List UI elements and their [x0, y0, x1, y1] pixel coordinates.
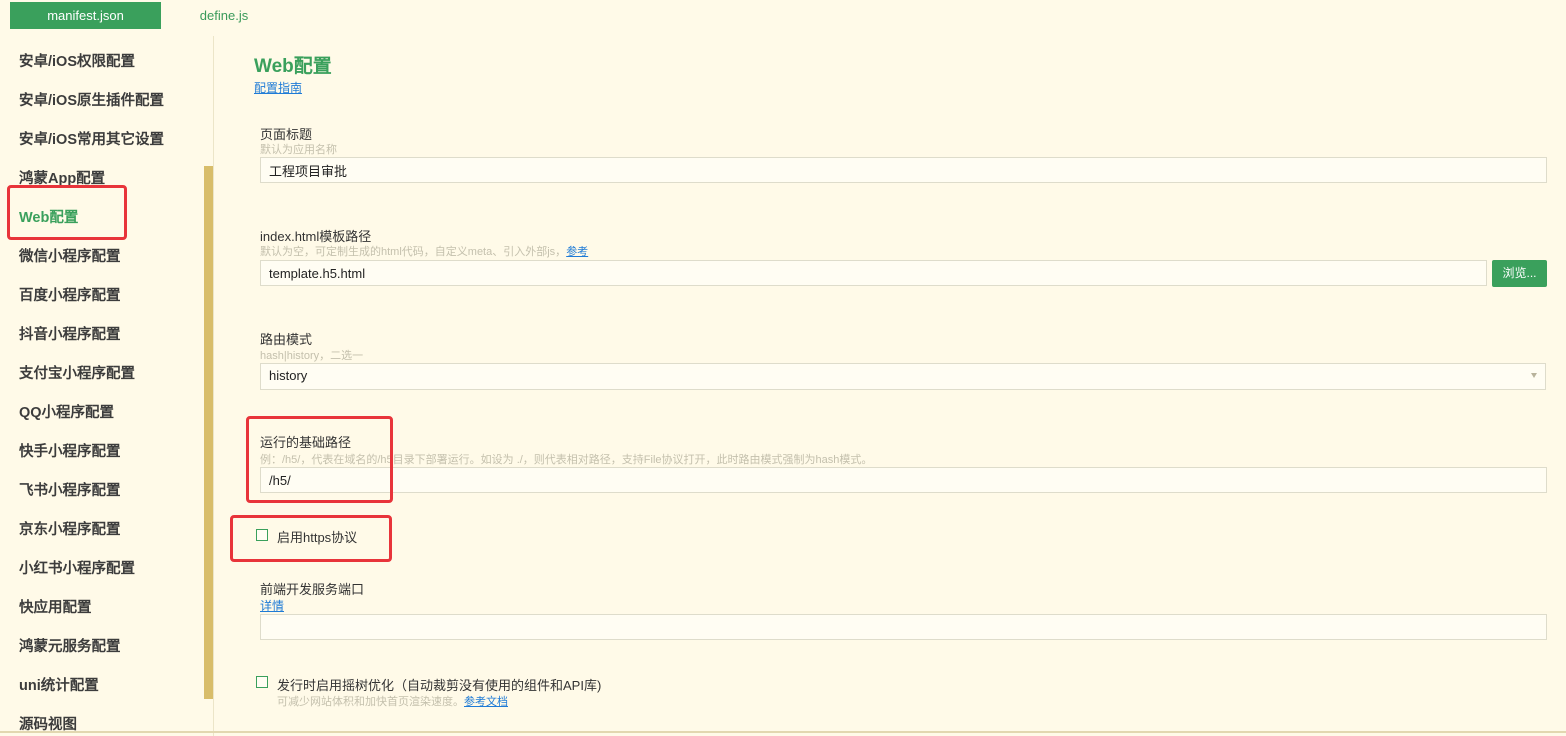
base-path-label: 运行的基础路径: [260, 435, 352, 450]
config-guide-link[interactable]: 配置指南: [254, 79, 302, 96]
base-path-input[interactable]: [260, 467, 1547, 493]
sidebar-item-ios-permissions[interactable]: 安卓/iOS权限配置: [19, 50, 135, 71]
chevron-down-icon: [1531, 373, 1537, 378]
router-mode-value: history: [269, 368, 308, 383]
template-path-hint: 默认为空，可定制生成的html代码，自定义meta、引入外部js，参考: [260, 243, 588, 259]
dev-port-details-link[interactable]: 详情: [260, 597, 284, 614]
sidebar-item-baidu[interactable]: 百度小程序配置: [19, 284, 121, 305]
sidebar-item-feishu[interactable]: 飞书小程序配置: [19, 479, 121, 500]
base-path-hint: 例：/h5/，代表在域名的/h5目录下部署运行。如设为 ./，则代表相对路径，支…: [260, 454, 873, 466]
sidebar-item-quickapp[interactable]: 快应用配置: [19, 596, 92, 617]
web-config-panel: Web配置 配置指南 页面标题 默认为应用名称 index.html模板路径 默…: [213, 36, 1566, 736]
dev-port-input[interactable]: [260, 614, 1547, 640]
sidebar-item-harmony-app[interactable]: 鸿蒙App配置: [19, 167, 105, 188]
tree-shaking-docs-link[interactable]: 参考文档: [464, 696, 508, 708]
tree-shaking-checkbox[interactable]: [256, 676, 268, 688]
template-reference-link[interactable]: 参考: [566, 246, 588, 258]
tree-shaking-hint: 可减少网站体积和加快首页渲染速度。参考文档: [277, 693, 508, 709]
sidebar-item-alipay[interactable]: 支付宝小程序配置: [19, 362, 135, 383]
sidebar-item-douyin[interactable]: 抖音小程序配置: [19, 323, 121, 344]
sidebar-item-xiaohongshu[interactable]: 小红书小程序配置: [19, 557, 135, 578]
sidebar-item-jd[interactable]: 京东小程序配置: [19, 518, 121, 539]
config-sidebar: 安卓/iOS权限配置 安卓/iOS原生插件配置 安卓/iOS常用其它设置 鸿蒙A…: [0, 36, 214, 736]
template-path-hint-text: 默认为空，可定制生成的html代码，自定义meta、引入外部js，: [260, 246, 567, 258]
sidebar-item-native-plugins[interactable]: 安卓/iOS原生插件配置: [19, 89, 164, 110]
sidebar-scrollbar[interactable]: [204, 166, 213, 699]
sidebar-item-harmony-atomic[interactable]: 鸿蒙元服务配置: [19, 635, 121, 656]
tab-define-js[interactable]: define.js: [184, 2, 264, 29]
https-checkbox-label[interactable]: 启用https协议: [277, 527, 357, 546]
page-title-input[interactable]: [260, 157, 1547, 183]
sidebar-item-other-settings[interactable]: 安卓/iOS常用其它设置: [19, 128, 164, 149]
sidebar-item-uni-stat[interactable]: uni统计配置: [19, 674, 99, 695]
router-mode-select[interactable]: history: [260, 363, 1546, 390]
page-title: Web配置: [254, 56, 332, 77]
sidebar-item-kuaishou[interactable]: 快手小程序配置: [19, 440, 121, 461]
router-mode-label: 路由模式: [260, 332, 313, 347]
editor-tab-bar: manifest.json define.js: [0, 0, 1566, 36]
dev-port-label: 前端开发服务端口: [260, 582, 365, 597]
tab-manifest-json[interactable]: manifest.json: [10, 2, 161, 29]
browse-button[interactable]: 浏览...: [1492, 260, 1547, 287]
template-path-input[interactable]: [260, 260, 1487, 286]
sidebar-item-wechat[interactable]: 微信小程序配置: [19, 245, 121, 266]
page-title-hint: 默认为应用名称: [260, 144, 337, 156]
tree-shaking-label[interactable]: 发行时启用摇树优化（自动裁剪没有使用的组件和API库): [277, 675, 601, 694]
https-checkbox[interactable]: [256, 529, 268, 541]
sidebar-item-qq[interactable]: QQ小程序配置: [19, 401, 114, 422]
bottom-divider: [0, 731, 1566, 733]
sidebar-item-web[interactable]: Web配置: [19, 206, 78, 227]
tree-shaking-hint-text: 可减少网站体积和加快首页渲染速度。: [277, 696, 464, 708]
router-mode-hint: hash|history，二选一: [260, 350, 364, 362]
